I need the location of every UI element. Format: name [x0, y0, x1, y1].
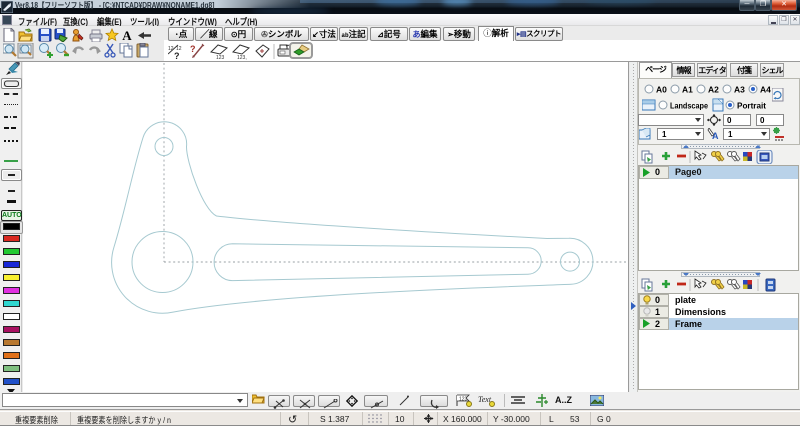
svg-text:A4: A4	[760, 85, 771, 95]
svg-text:A2: A2	[708, 85, 719, 95]
svg-text:?: ?	[190, 44, 196, 54]
svg-text:A: A	[122, 28, 132, 42]
svg-text:A0: A0	[656, 85, 667, 95]
svg-text:123: 123	[216, 55, 225, 61]
svg-text:A3: A3	[734, 85, 745, 95]
svg-text:Portrait: Portrait	[737, 101, 766, 111]
svg-text:A: A	[712, 131, 719, 140]
svg-text:A1: A1	[682, 85, 693, 95]
svg-text:?: ?	[174, 51, 180, 61]
svg-text:12: 12	[168, 46, 174, 52]
svg-text:Landscape: Landscape	[670, 101, 708, 111]
svg-text:123: 123	[459, 397, 468, 403]
svg-text:123,: 123,	[237, 55, 247, 61]
